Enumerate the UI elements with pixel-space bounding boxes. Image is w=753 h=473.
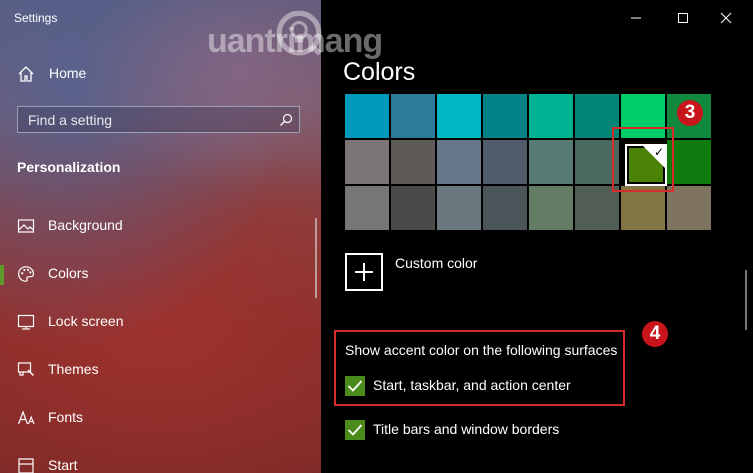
check-icon xyxy=(347,424,363,436)
sidebar-item-label: Background xyxy=(48,217,123,233)
search-input[interactable]: Find a setting xyxy=(17,106,300,133)
surfaces-heading: Show accent color on the following surfa… xyxy=(345,342,618,358)
minimize-icon[interactable] xyxy=(626,8,646,28)
color-swatch[interactable] xyxy=(667,186,711,230)
sidebar-item-label: Lock screen xyxy=(48,313,124,329)
color-swatch[interactable] xyxy=(437,94,481,138)
search-placeholder: Find a setting xyxy=(28,112,113,128)
checkbox-label: Start, taskbar, and action center xyxy=(373,377,571,393)
checkbox[interactable] xyxy=(345,420,365,440)
checkbox-label: Title bars and window borders xyxy=(373,421,560,437)
check-icon xyxy=(347,380,363,392)
window-title: Settings xyxy=(14,11,58,25)
sidebar-item-label: Fonts xyxy=(48,409,84,425)
lock-screen-icon xyxy=(17,314,35,330)
color-swatch[interactable] xyxy=(483,140,527,184)
settings-sidebar: Settings Home Find a setting Personaliza… xyxy=(0,0,321,473)
color-swatch[interactable] xyxy=(621,186,665,230)
color-swatch[interactable] xyxy=(345,186,389,230)
color-swatch[interactable] xyxy=(529,186,573,230)
annotation-badge-4: 4 xyxy=(642,321,668,347)
color-swatch[interactable] xyxy=(391,186,435,230)
color-swatch[interactable] xyxy=(529,94,573,138)
color-swatch[interactable] xyxy=(345,140,389,184)
close-icon[interactable] xyxy=(716,8,736,28)
sidebar-item-label: Colors xyxy=(48,265,89,281)
color-swatch[interactable] xyxy=(483,94,527,138)
custom-color-label[interactable]: Custom color xyxy=(395,255,477,271)
palette-icon xyxy=(17,266,35,282)
color-swatch[interactable] xyxy=(483,186,527,230)
sidebar-item-label: Home xyxy=(49,65,87,81)
annotation-box-3 xyxy=(612,127,674,192)
sidebar-item-fonts[interactable]: Fonts xyxy=(0,401,310,435)
home-icon xyxy=(18,66,34,82)
sidebar-item-label: Themes xyxy=(48,361,99,377)
sidebar-item-lock-screen[interactable]: Lock screen xyxy=(0,305,310,339)
color-swatch[interactable] xyxy=(437,186,481,230)
start-icon xyxy=(18,458,34,473)
page-title: Colors xyxy=(343,58,416,86)
color-swatch[interactable] xyxy=(575,186,619,230)
annotation-badge-3: 3 xyxy=(677,100,703,126)
maximize-icon[interactable] xyxy=(673,8,693,28)
brush-icon xyxy=(17,362,34,376)
watermark-text: uantrimang xyxy=(207,22,383,60)
sidebar-item-label: Start xyxy=(48,457,78,473)
font-icon xyxy=(17,410,35,425)
custom-color-button[interactable] xyxy=(345,253,383,291)
color-swatch[interactable] xyxy=(391,140,435,184)
sidebar-item-themes[interactable]: Themes xyxy=(0,353,310,387)
checkbox[interactable] xyxy=(345,376,365,396)
color-swatch[interactable] xyxy=(529,140,573,184)
picture-icon xyxy=(17,219,35,233)
selection-indicator xyxy=(0,265,4,285)
search-icon[interactable] xyxy=(279,113,293,127)
sidebar-scrollbar[interactable] xyxy=(315,218,317,298)
sidebar-item-home[interactable]: Home xyxy=(0,57,310,91)
sidebar-item-background[interactable]: Background xyxy=(0,209,310,243)
color-swatch[interactable] xyxy=(345,94,389,138)
color-swatch[interactable] xyxy=(437,140,481,184)
sidebar-item-start[interactable]: Start xyxy=(0,449,310,473)
main-scrollbar[interactable] xyxy=(745,270,747,330)
sidebar-item-colors[interactable]: Colors xyxy=(0,257,310,291)
color-swatch[interactable] xyxy=(391,94,435,138)
section-title: Personalization xyxy=(17,159,121,175)
